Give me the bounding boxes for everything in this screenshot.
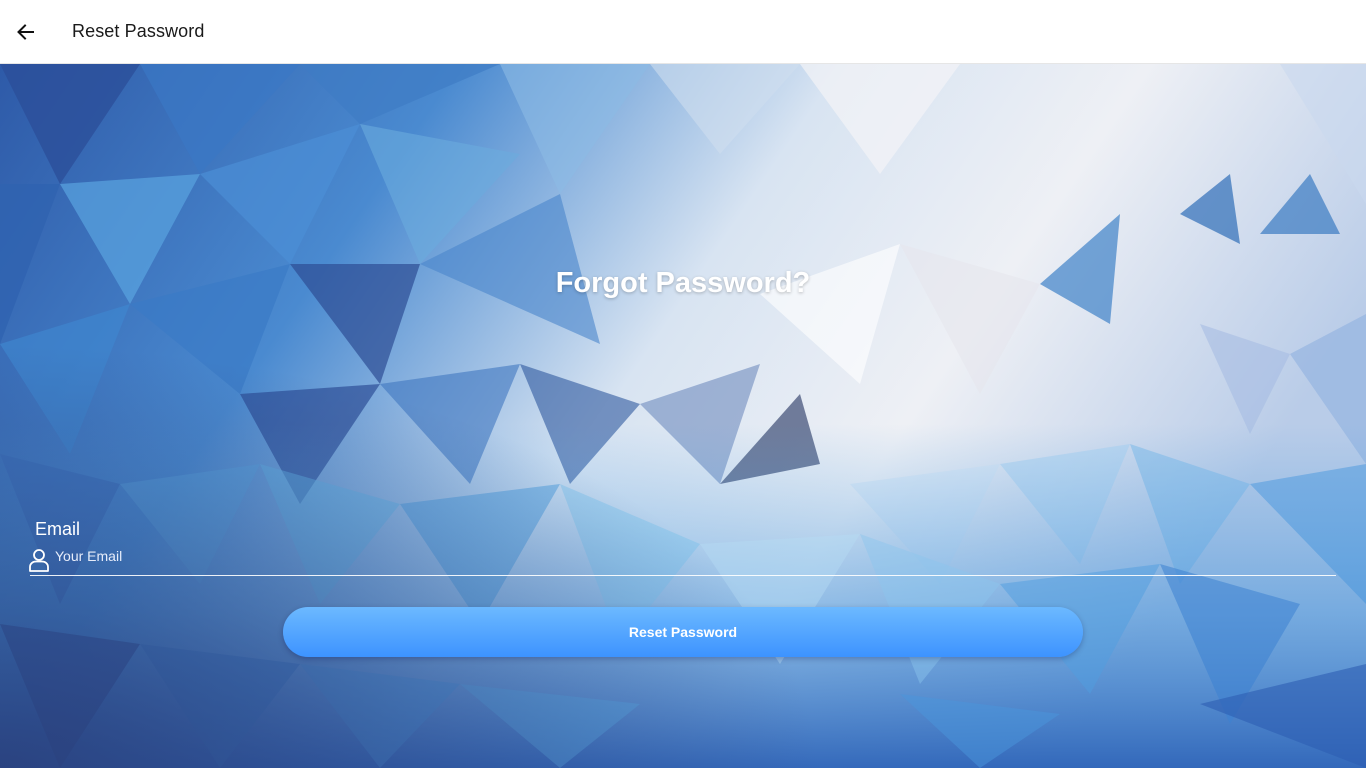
back-button[interactable] <box>8 14 44 50</box>
forgot-password-heading: Forgot Password? <box>555 267 811 299</box>
user-icon <box>29 549 49 572</box>
email-input-underline <box>30 575 1336 576</box>
email-input[interactable] <box>55 544 1335 568</box>
app-header: Reset Password <box>0 0 1366 64</box>
low-poly-background <box>0 64 1366 768</box>
reset-password-button[interactable]: Reset Password <box>283 607 1083 657</box>
arrow-left-icon <box>17 24 34 40</box>
page-title: Reset Password <box>72 21 205 41</box>
reset-form-area: Forgot Password? Email Reset Password <box>0 64 1366 768</box>
email-label: Email <box>35 519 81 539</box>
